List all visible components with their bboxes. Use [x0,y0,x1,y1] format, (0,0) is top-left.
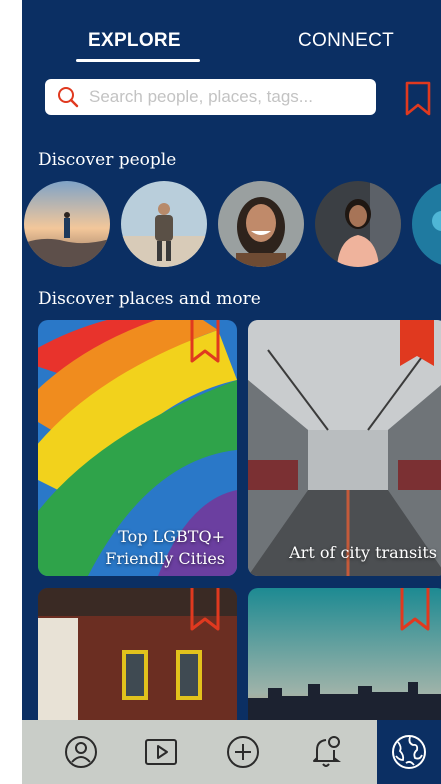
search-bar[interactable] [45,79,376,115]
video-play-icon [145,739,177,765]
avatar[interactable] [315,181,401,267]
avatar[interactable] [218,181,304,267]
saved-bookmark-icon[interactable] [405,81,431,117]
place-card-city-transits[interactable]: Art of city transits [248,320,441,576]
bookmark-icon[interactable] [400,588,430,632]
card-title: Top LGBTQ+ Friendly Cities [105,526,225,570]
add-circle-icon [227,736,259,768]
tab-connect[interactable]: CONNECT [298,30,394,52]
place-card[interactable] [248,588,441,738]
top-tabs: EXPLORE CONNECT [22,0,441,70]
globe-icon [392,735,426,769]
nav-videos[interactable] [130,720,192,784]
card-title-line: Friendly Cities [105,549,225,568]
nav-explore[interactable] [377,720,441,784]
explore-screen: EXPLORE CONNECT Discover people [22,0,441,784]
avatar[interactable] [121,181,207,267]
search-icon [58,87,79,108]
place-card[interactable] [38,588,237,738]
card-title-line: Top LGBTQ+ [118,527,225,546]
active-tab-indicator [76,59,200,62]
profile-icon [65,736,97,768]
bookmark-icon[interactable] [190,320,220,364]
bookmark-icon[interactable] [190,588,220,632]
discover-places-title: Discover places and more [38,289,261,309]
avatar[interactable] [412,181,441,267]
bookmark-icon[interactable] [400,320,434,366]
notification-bell-icon [313,736,341,767]
search-input[interactable] [87,86,361,108]
place-card-lgbtq-cities[interactable]: Top LGBTQ+ Friendly Cities [38,320,237,576]
bottom-navigation [22,720,441,784]
people-carousel [24,181,441,269]
avatar[interactable] [24,181,110,267]
nav-profile[interactable] [50,720,112,784]
nav-notifications[interactable] [296,720,358,784]
card-title: Art of city transits [289,542,437,564]
nav-create[interactable] [212,720,274,784]
card-title-line: Art of city transits [289,543,437,562]
tab-explore[interactable]: EXPLORE [88,30,181,52]
discover-people-title: Discover people [38,150,177,170]
